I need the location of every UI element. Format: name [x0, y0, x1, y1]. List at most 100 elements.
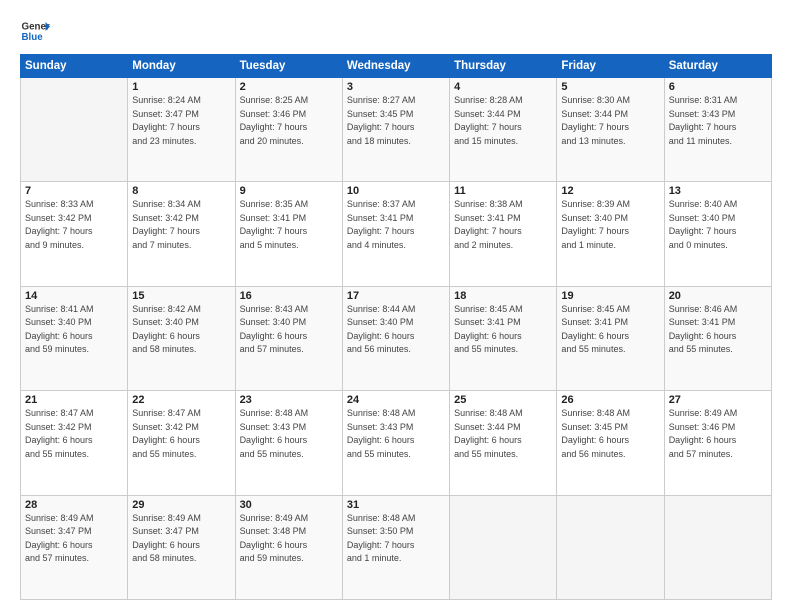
day-info-4-3: Sunrise: 8:48 AMSunset: 3:50 PMDaylight:…	[347, 512, 445, 566]
day-number-3-1: 22	[132, 394, 230, 406]
day-number-2-5: 19	[561, 290, 659, 302]
logo-icon: General Blue	[20, 16, 50, 46]
cell-1-3: 10Sunrise: 8:37 AMSunset: 3:41 PMDayligh…	[342, 182, 449, 286]
day-info-4-2: Sunrise: 8:49 AMSunset: 3:48 PMDaylight:…	[240, 512, 338, 566]
day-info-2-4: Sunrise: 8:45 AMSunset: 3:41 PMDaylight:…	[454, 303, 552, 357]
col-tuesday: Tuesday	[235, 55, 342, 78]
day-info-2-3: Sunrise: 8:44 AMSunset: 3:40 PMDaylight:…	[347, 303, 445, 357]
day-info-1-5: Sunrise: 8:39 AMSunset: 3:40 PMDaylight:…	[561, 198, 659, 252]
day-info-1-1: Sunrise: 8:34 AMSunset: 3:42 PMDaylight:…	[132, 198, 230, 252]
day-number-3-4: 25	[454, 394, 552, 406]
cell-2-3: 17Sunrise: 8:44 AMSunset: 3:40 PMDayligh…	[342, 286, 449, 390]
day-number-0-4: 4	[454, 81, 552, 93]
day-info-2-2: Sunrise: 8:43 AMSunset: 3:40 PMDaylight:…	[240, 303, 338, 357]
day-number-4-1: 29	[132, 499, 230, 511]
col-monday: Monday	[128, 55, 235, 78]
cell-0-4: 4Sunrise: 8:28 AMSunset: 3:44 PMDaylight…	[450, 78, 557, 182]
day-info-1-2: Sunrise: 8:35 AMSunset: 3:41 PMDaylight:…	[240, 198, 338, 252]
cell-2-6: 20Sunrise: 8:46 AMSunset: 3:41 PMDayligh…	[664, 286, 771, 390]
cell-0-2: 2Sunrise: 8:25 AMSunset: 3:46 PMDaylight…	[235, 78, 342, 182]
cell-1-0: 7Sunrise: 8:33 AMSunset: 3:42 PMDaylight…	[21, 182, 128, 286]
cell-4-2: 30Sunrise: 8:49 AMSunset: 3:48 PMDayligh…	[235, 495, 342, 599]
cell-3-4: 25Sunrise: 8:48 AMSunset: 3:44 PMDayligh…	[450, 391, 557, 495]
cell-2-5: 19Sunrise: 8:45 AMSunset: 3:41 PMDayligh…	[557, 286, 664, 390]
day-number-2-2: 16	[240, 290, 338, 302]
day-number-1-0: 7	[25, 185, 123, 197]
day-number-4-3: 31	[347, 499, 445, 511]
cell-4-3: 31Sunrise: 8:48 AMSunset: 3:50 PMDayligh…	[342, 495, 449, 599]
cell-0-5: 5Sunrise: 8:30 AMSunset: 3:44 PMDaylight…	[557, 78, 664, 182]
day-info-4-0: Sunrise: 8:49 AMSunset: 3:47 PMDaylight:…	[25, 512, 123, 566]
cell-2-1: 15Sunrise: 8:42 AMSunset: 3:40 PMDayligh…	[128, 286, 235, 390]
cell-3-0: 21Sunrise: 8:47 AMSunset: 3:42 PMDayligh…	[21, 391, 128, 495]
week-row-0: 1Sunrise: 8:24 AMSunset: 3:47 PMDaylight…	[21, 78, 772, 182]
header: General Blue	[20, 16, 772, 46]
day-number-3-0: 21	[25, 394, 123, 406]
col-sunday: Sunday	[21, 55, 128, 78]
day-number-4-0: 28	[25, 499, 123, 511]
cell-2-2: 16Sunrise: 8:43 AMSunset: 3:40 PMDayligh…	[235, 286, 342, 390]
day-info-0-4: Sunrise: 8:28 AMSunset: 3:44 PMDaylight:…	[454, 94, 552, 148]
day-info-3-6: Sunrise: 8:49 AMSunset: 3:46 PMDaylight:…	[669, 407, 767, 461]
cell-1-4: 11Sunrise: 8:38 AMSunset: 3:41 PMDayligh…	[450, 182, 557, 286]
day-info-2-6: Sunrise: 8:46 AMSunset: 3:41 PMDaylight:…	[669, 303, 767, 357]
day-info-1-6: Sunrise: 8:40 AMSunset: 3:40 PMDaylight:…	[669, 198, 767, 252]
logo: General Blue	[20, 16, 50, 46]
day-number-1-6: 13	[669, 185, 767, 197]
cell-3-2: 23Sunrise: 8:48 AMSunset: 3:43 PMDayligh…	[235, 391, 342, 495]
day-number-0-2: 2	[240, 81, 338, 93]
day-number-1-2: 9	[240, 185, 338, 197]
week-row-2: 14Sunrise: 8:41 AMSunset: 3:40 PMDayligh…	[21, 286, 772, 390]
day-number-2-3: 17	[347, 290, 445, 302]
week-row-4: 28Sunrise: 8:49 AMSunset: 3:47 PMDayligh…	[21, 495, 772, 599]
cell-1-1: 8Sunrise: 8:34 AMSunset: 3:42 PMDaylight…	[128, 182, 235, 286]
day-number-1-4: 11	[454, 185, 552, 197]
day-number-0-1: 1	[132, 81, 230, 93]
cell-1-2: 9Sunrise: 8:35 AMSunset: 3:41 PMDaylight…	[235, 182, 342, 286]
day-info-3-1: Sunrise: 8:47 AMSunset: 3:42 PMDaylight:…	[132, 407, 230, 461]
day-info-0-3: Sunrise: 8:27 AMSunset: 3:45 PMDaylight:…	[347, 94, 445, 148]
cell-4-5	[557, 495, 664, 599]
day-info-2-0: Sunrise: 8:41 AMSunset: 3:40 PMDaylight:…	[25, 303, 123, 357]
day-info-0-1: Sunrise: 8:24 AMSunset: 3:47 PMDaylight:…	[132, 94, 230, 148]
day-number-2-1: 15	[132, 290, 230, 302]
col-friday: Friday	[557, 55, 664, 78]
day-info-0-5: Sunrise: 8:30 AMSunset: 3:44 PMDaylight:…	[561, 94, 659, 148]
day-number-4-2: 30	[240, 499, 338, 511]
day-info-3-3: Sunrise: 8:48 AMSunset: 3:43 PMDaylight:…	[347, 407, 445, 461]
day-number-2-6: 20	[669, 290, 767, 302]
day-number-2-4: 18	[454, 290, 552, 302]
cell-4-4	[450, 495, 557, 599]
day-number-1-5: 12	[561, 185, 659, 197]
day-info-3-0: Sunrise: 8:47 AMSunset: 3:42 PMDaylight:…	[25, 407, 123, 461]
day-info-0-2: Sunrise: 8:25 AMSunset: 3:46 PMDaylight:…	[240, 94, 338, 148]
day-number-0-3: 3	[347, 81, 445, 93]
day-number-0-5: 5	[561, 81, 659, 93]
week-row-3: 21Sunrise: 8:47 AMSunset: 3:42 PMDayligh…	[21, 391, 772, 495]
svg-text:Blue: Blue	[22, 32, 44, 43]
cell-3-6: 27Sunrise: 8:49 AMSunset: 3:46 PMDayligh…	[664, 391, 771, 495]
day-info-1-3: Sunrise: 8:37 AMSunset: 3:41 PMDaylight:…	[347, 198, 445, 252]
week-row-1: 7Sunrise: 8:33 AMSunset: 3:42 PMDaylight…	[21, 182, 772, 286]
day-number-3-6: 27	[669, 394, 767, 406]
day-info-2-1: Sunrise: 8:42 AMSunset: 3:40 PMDaylight:…	[132, 303, 230, 357]
cell-0-0	[21, 78, 128, 182]
cell-0-6: 6Sunrise: 8:31 AMSunset: 3:43 PMDaylight…	[664, 78, 771, 182]
day-info-3-5: Sunrise: 8:48 AMSunset: 3:45 PMDaylight:…	[561, 407, 659, 461]
col-thursday: Thursday	[450, 55, 557, 78]
cell-3-5: 26Sunrise: 8:48 AMSunset: 3:45 PMDayligh…	[557, 391, 664, 495]
day-number-0-6: 6	[669, 81, 767, 93]
cell-1-6: 13Sunrise: 8:40 AMSunset: 3:40 PMDayligh…	[664, 182, 771, 286]
cell-4-1: 29Sunrise: 8:49 AMSunset: 3:47 PMDayligh…	[128, 495, 235, 599]
day-number-3-2: 23	[240, 394, 338, 406]
day-number-2-0: 14	[25, 290, 123, 302]
day-info-2-5: Sunrise: 8:45 AMSunset: 3:41 PMDaylight:…	[561, 303, 659, 357]
header-row: Sunday Monday Tuesday Wednesday Thursday…	[21, 55, 772, 78]
col-wednesday: Wednesday	[342, 55, 449, 78]
cell-2-4: 18Sunrise: 8:45 AMSunset: 3:41 PMDayligh…	[450, 286, 557, 390]
day-number-3-3: 24	[347, 394, 445, 406]
calendar-header: Sunday Monday Tuesday Wednesday Thursday…	[21, 55, 772, 78]
calendar: Sunday Monday Tuesday Wednesday Thursday…	[20, 54, 772, 600]
cell-4-0: 28Sunrise: 8:49 AMSunset: 3:47 PMDayligh…	[21, 495, 128, 599]
day-number-1-1: 8	[132, 185, 230, 197]
